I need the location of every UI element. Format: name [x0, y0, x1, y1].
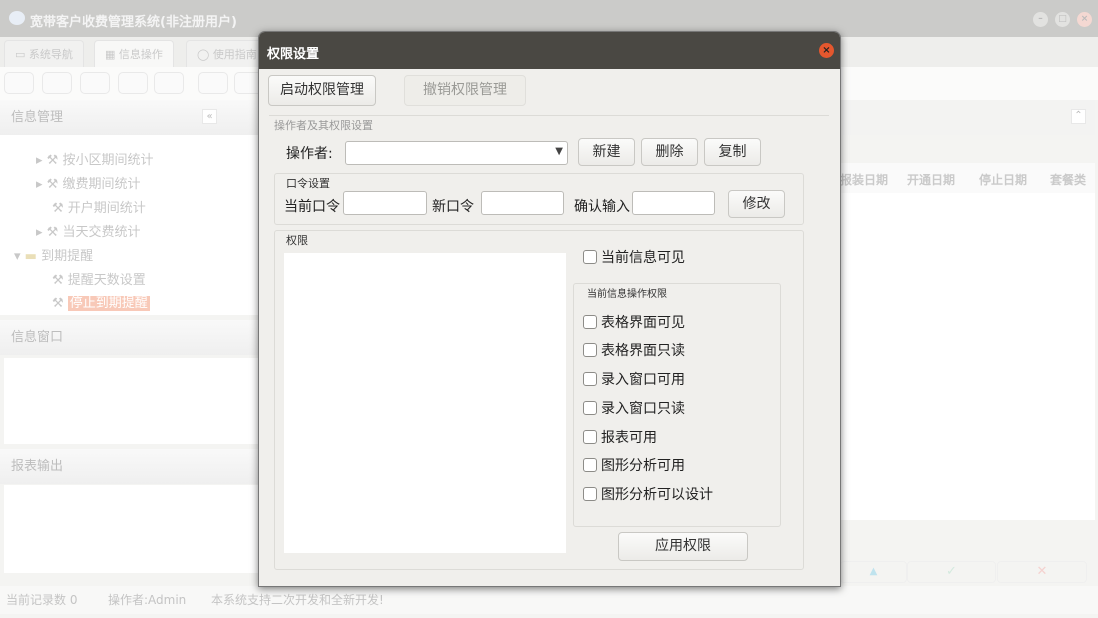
confirm-button[interactable]: ✓ — [907, 561, 996, 583]
delete-button[interactable]: 删除 — [641, 138, 698, 166]
close-button[interactable]: × — [1077, 12, 1092, 27]
confirm-password-label: 确认输入 — [574, 199, 630, 215]
tree-item-selected[interactable]: ⚒ 停止到期提醒 — [52, 292, 150, 311]
move-up-button[interactable]: ▲ — [840, 561, 907, 583]
window-title: 宽带客户收费管理系统(非注册用户) — [30, 15, 237, 30]
info-window-body — [4, 358, 258, 444]
tab-info-ops[interactable]: ▦ 信息操作 — [94, 40, 174, 67]
close-icon: ✕ — [1036, 564, 1048, 579]
add-tool-button[interactable] — [198, 72, 228, 94]
table-header: 报装日期 开通日期 停止日期 套餐类 — [840, 163, 1095, 193]
tab-enable-permission[interactable]: 启动权限管理 — [268, 75, 376, 106]
tab-system-nav[interactable]: ▭ 系统导航 — [4, 40, 84, 67]
panel-report-header: 报表输出 — [0, 449, 258, 484]
tree-folder[interactable]: ▾ ▬ 到期提醒 — [14, 245, 93, 264]
operator-select[interactable]: ▼ — [345, 141, 568, 165]
column-header[interactable]: 报装日期 — [840, 171, 888, 188]
tree-item[interactable]: ⚒ 提醒天数设置 — [52, 269, 146, 288]
maximize-button[interactable]: □ — [1055, 12, 1070, 27]
table-body — [840, 193, 1095, 520]
apply-permission-button[interactable]: 应用权限 — [618, 532, 748, 561]
permission-list[interactable] — [284, 253, 566, 553]
column-header[interactable]: 停止日期 — [979, 171, 1027, 188]
chevron-down-icon: ▼ — [555, 146, 563, 157]
op-permission-checkbox[interactable]: 录入窗口只读 — [583, 398, 685, 418]
copy-button[interactable]: 复制 — [704, 138, 761, 166]
panel-info-management-header: 信息管理 « — [0, 100, 258, 135]
folder-icon: ▬ — [24, 249, 37, 264]
op-permission-checkbox[interactable]: 录入窗口可用 — [583, 369, 685, 389]
check-icon: ✓ — [946, 564, 957, 579]
op-permission-checkbox[interactable]: 表格界面可见 — [583, 312, 685, 332]
confirm-password-input[interactable] — [632, 191, 715, 215]
dialog-titlebar: 权限设置 × — [259, 32, 840, 69]
cancel-button[interactable]: ✕ — [997, 561, 1087, 583]
collapse-up-button[interactable]: ⌃ — [1071, 109, 1086, 124]
group-label: 操作者及其权限设置 — [272, 117, 375, 133]
op-permission-checkbox[interactable]: 表格界面只读 — [583, 340, 685, 360]
clock-icon: ◯ — [197, 48, 213, 61]
modify-button[interactable]: 修改 — [728, 190, 785, 218]
new-button[interactable]: 新建 — [578, 138, 635, 166]
new-password-input[interactable] — [481, 191, 564, 215]
screen-tool-button[interactable] — [154, 72, 184, 94]
new-password-label: 新口令 — [432, 199, 474, 215]
tree-item[interactable]: ⚒ 开户期间统计 — [52, 197, 146, 216]
column-header[interactable]: 套餐类 — [1050, 171, 1086, 188]
tree-item[interactable]: ▸ ⚒ 缴费期间统计 — [36, 173, 140, 192]
panel-title: 信息管理 — [0, 100, 258, 135]
op-permission-checkbox[interactable]: 图形分析可用 — [583, 455, 685, 475]
dialog-close-button[interactable]: × — [819, 43, 834, 58]
collapse-left-button[interactable]: « — [202, 109, 217, 124]
operator-status: 操作者:Admin — [108, 593, 187, 607]
dialog-title: 权限设置 — [267, 47, 320, 62]
tree-item[interactable]: ▸ ⚒ 当天交费统计 — [36, 221, 140, 240]
panel-info-window-header: 信息窗口 — [0, 320, 258, 355]
group-label: 当前信息操作权限 — [585, 285, 669, 300]
op-permission-checkbox[interactable]: 图形分析可以设计 — [583, 484, 713, 504]
yf-logo-icon — [9, 11, 25, 25]
record-count: 当前记录数 0 — [6, 593, 78, 607]
report-body — [4, 485, 258, 573]
tree-item[interactable]: ▸ ⚒ 按小区期间统计 — [36, 149, 153, 168]
status-note: 本系统支持二次开发和全新开发! — [211, 593, 384, 607]
panel-title: 信息窗口 — [0, 320, 258, 355]
current-info-visible-checkbox[interactable]: 当前信息可见 — [583, 247, 685, 267]
group-label: 权限 — [284, 232, 310, 248]
grid-icon: ▦ — [105, 48, 119, 61]
column-header[interactable]: 开通日期 — [907, 171, 955, 188]
tab-guide[interactable]: ◯ 使用指南 — [186, 40, 268, 67]
minimize-button[interactable]: – — [1033, 12, 1048, 27]
nav-tree: ▸ ⚒ 按小区期间统计 ▸ ⚒ 缴费期间统计 ⚒ 开户期间统计 ▸ ⚒ 当天交费… — [0, 135, 258, 315]
current-password-input[interactable] — [343, 191, 427, 215]
list-tool-button[interactable] — [42, 72, 72, 94]
triangle-up-icon: ▲ — [869, 566, 878, 577]
tab-revoke-permission[interactable]: 撤销权限管理 — [404, 75, 526, 106]
operator-label: 操作者: — [286, 146, 333, 162]
op-permission-checkbox[interactable]: 报表可用 — [583, 427, 657, 447]
right-panel-header: ⌃ — [840, 100, 1095, 135]
permission-dialog: 权限设置 × 启动权限管理 撤销权限管理 操作者及其权限设置 操作者: ▼ 新建… — [258, 31, 841, 587]
group-label: 口令设置 — [284, 175, 332, 191]
panel-title: 报表输出 — [0, 449, 258, 484]
monitor-icon: ▭ — [15, 48, 29, 61]
user-tool-button[interactable] — [118, 72, 148, 94]
search-tool-button[interactable] — [4, 72, 34, 94]
document-tool-button[interactable] — [80, 72, 110, 94]
status-bar: 当前记录数 0 操作者:Admin 本系统支持二次开发和全新开发! — [0, 586, 1098, 614]
current-password-label: 当前口令 — [284, 199, 340, 215]
